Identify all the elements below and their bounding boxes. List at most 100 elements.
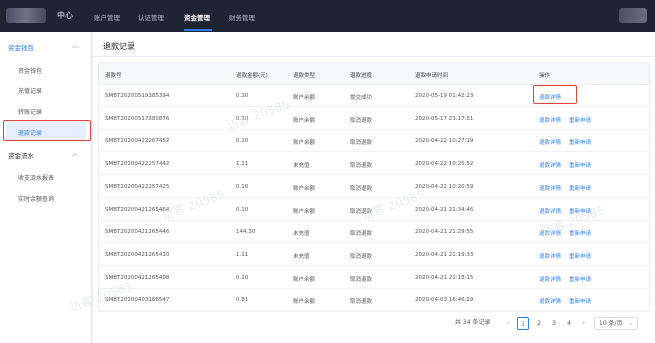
cell-refund-no: SMBT20200421265408 [105, 274, 170, 281]
total-count: 共 34 条记录 [455, 319, 491, 326]
next-page-button[interactable]: › [582, 318, 585, 327]
logo [6, 8, 46, 23]
cell-progress: 取消退款 [350, 117, 373, 124]
chevron-up-icon: ︿ [72, 151, 79, 158]
page-size-select[interactable]: 10 条/页 ⌄ [594, 317, 638, 330]
cell-progress: 取消退款 [350, 208, 373, 215]
nav-active-indicator [184, 29, 212, 31]
cell-apply-time: 2020-04-21 21:18:15 [415, 274, 474, 281]
cell-progress: 取消退款 [350, 140, 373, 147]
refund-detail-link[interactable]: 退款详情 [539, 275, 561, 283]
nav-auth[interactable]: 认证管理 [138, 12, 164, 22]
cell-type: 账户余额 [293, 208, 316, 215]
top-navbar: 中心 账户管理 认证管理 资金管理 财务管理 [0, 0, 655, 32]
cell-progress: 取消退款 [350, 185, 373, 192]
cell-amount: 0.10 [236, 206, 249, 213]
table-row: SMBT20200421265408 0.10 账户余额 取消退款 2020-04-21… [99, 267, 649, 289]
col-amount: 退款金额(元) [236, 73, 268, 79]
col-refund-no: 退款号 [105, 73, 122, 79]
table-row: SMBT20200517380876 0.30 账户余额 取消退款 2020-05-17… [99, 108, 649, 130]
cell-type: 未充值 [293, 253, 310, 260]
table-row: SMBT20200422257442 1.11 未充值 取消退款 2020-04-22 … [99, 153, 649, 176]
table-row: SMBT20200403166547 0.81 账户余额 取消退款 2020-04-03… [99, 289, 649, 312]
reapply-link[interactable]: 重新申请 [569, 138, 591, 146]
cell-amount: 0.81 [236, 297, 249, 304]
cell-refund-no: SMBT20200403166547 [105, 297, 170, 304]
col-apply-time: 退款申请时间 [415, 73, 449, 79]
sidebar: 资金钱包 ︿ 资金钱包 充值记录 转账记录 退款记录 资金流水 ︿ 收支流水报表… [0, 32, 92, 343]
reapply-link[interactable]: 重新申请 [569, 184, 591, 192]
refund-detail-link[interactable]: 退款详情 [539, 229, 561, 237]
sidebar-group-label: 资金钱包 [8, 44, 34, 52]
page-button-3[interactable]: 3 [548, 317, 560, 330]
sidebar-item-wallet[interactable]: 资金钱包 [6, 60, 86, 78]
sidebar-item-balance[interactable]: 实时余额查询 [6, 188, 86, 206]
cell-progress: 取消退款 [350, 276, 373, 283]
nav-account[interactable]: 账户管理 [94, 12, 120, 22]
cell-progress: 取消退款 [350, 299, 373, 306]
cell-refund-no: SMBT20200422267452 [105, 138, 170, 145]
cell-amount: 0.10 [236, 138, 249, 145]
sidebar-group-flow[interactable]: 资金流水 ︿ [0, 144, 92, 164]
cell-progress: 取消退款 [350, 231, 373, 238]
prev-page-button[interactable]: ‹ [507, 318, 510, 327]
page: 中心 账户管理 认证管理 资金管理 财务管理 资金钱包 ︿ 资金钱包 充值记录 … [0, 0, 655, 343]
cell-type: 账户余额 [293, 95, 316, 101]
avatar[interactable] [619, 8, 647, 23]
cell-refund-no: SMBT20200421265446 [105, 229, 170, 236]
reapply-link[interactable]: 重新申请 [569, 207, 591, 215]
chevron-up-icon: ︿ [72, 43, 79, 50]
cell-apply-time: 2020-04-21 21:19:33 [415, 251, 474, 258]
refund-detail-link[interactable]: 退款详情 [539, 116, 561, 124]
refund-detail-link[interactable]: 退款详情 [539, 297, 561, 305]
nav-funds[interactable]: 资金管理 [184, 12, 210, 22]
cell-type: 账户余额 [293, 276, 316, 283]
cell-type: 账户余额 [293, 299, 316, 306]
refund-detail-link[interactable]: 退款详情 [539, 138, 561, 146]
cell-apply-time: 2020-04-22 10:25:52 [415, 161, 474, 168]
cell-apply-time: 2020-04-21 21:29:55 [415, 229, 474, 236]
cell-type: 账户余额 [293, 117, 316, 124]
cell-amount: 1.11 [236, 161, 249, 168]
nav-finance[interactable]: 财务管理 [229, 12, 255, 22]
cell-progress: 取消退款 [350, 163, 373, 170]
reapply-link[interactable]: 重新申请 [569, 297, 591, 305]
cell-apply-time: 2020-04-03 16:46:29 [415, 297, 474, 304]
sidebar-item-recharge[interactable]: 充值记录 [6, 80, 86, 98]
cell-apply-time: 2020-04-22 10:20:59 [415, 183, 474, 190]
col-progress: 退款进度 [350, 73, 373, 79]
reapply-link[interactable]: 重新申请 [569, 252, 591, 260]
cell-amount: 0.30 [236, 115, 249, 122]
reapply-link[interactable]: 重新申请 [569, 275, 591, 283]
reapply-link[interactable]: 重新申请 [569, 161, 591, 169]
brand-title: 中心 [57, 11, 73, 20]
cell-apply-time: 2020-05-19 01:42:23 [415, 93, 474, 99]
cell-apply-time: 2020-05-17 23:17:51 [415, 115, 474, 122]
highlight-box-action [533, 85, 577, 104]
page-button-1[interactable]: 1 [517, 317, 529, 330]
reapply-link[interactable]: 重新申请 [569, 116, 591, 124]
refund-detail-link[interactable]: 退款详情 [539, 184, 561, 192]
cell-apply-time: 2020-04-21 21:34:46 [415, 206, 474, 213]
cell-amount: 0.10 [236, 274, 249, 281]
reapply-link[interactable]: 重新申请 [569, 229, 591, 237]
table-header: 退款号 退款金额(元) 退款类型 退款进度 退款申请时间 操作 [99, 63, 649, 85]
cell-refund-no: SMBT20200421265464 [105, 206, 170, 213]
sidebar-group-wallet[interactable]: 资金钱包 ︿ [0, 36, 92, 56]
sidebar-item-statement[interactable]: 收支流水报表 [6, 167, 86, 185]
page-button-2[interactable]: 2 [533, 317, 545, 330]
cell-refund-no: SMBT20200422257425 [105, 183, 170, 190]
refund-detail-link[interactable]: 退款详情 [539, 161, 561, 169]
table-row: SMBT20200421265446 144.30 未充值 取消退款 2020-04-2… [99, 221, 649, 244]
sidebar-item-transfer[interactable]: 转账记录 [6, 101, 86, 119]
cell-amount: 1.11 [236, 251, 249, 258]
divider [93, 56, 655, 57]
refund-detail-link[interactable]: 退款详情 [539, 207, 561, 215]
page-button-4[interactable]: 4 [563, 317, 575, 330]
sidebar-group-label: 资金流水 [8, 152, 34, 160]
refund-detail-link[interactable]: 退款详情 [539, 252, 561, 260]
cell-amount: 144.30 [236, 229, 256, 236]
cell-type: 未充值 [293, 231, 310, 238]
cell-amount: 0.10 [236, 183, 249, 190]
table-row: SMBT20200421265410 1.11 未充值 取消退款 2020-04-21 … [99, 244, 649, 266]
